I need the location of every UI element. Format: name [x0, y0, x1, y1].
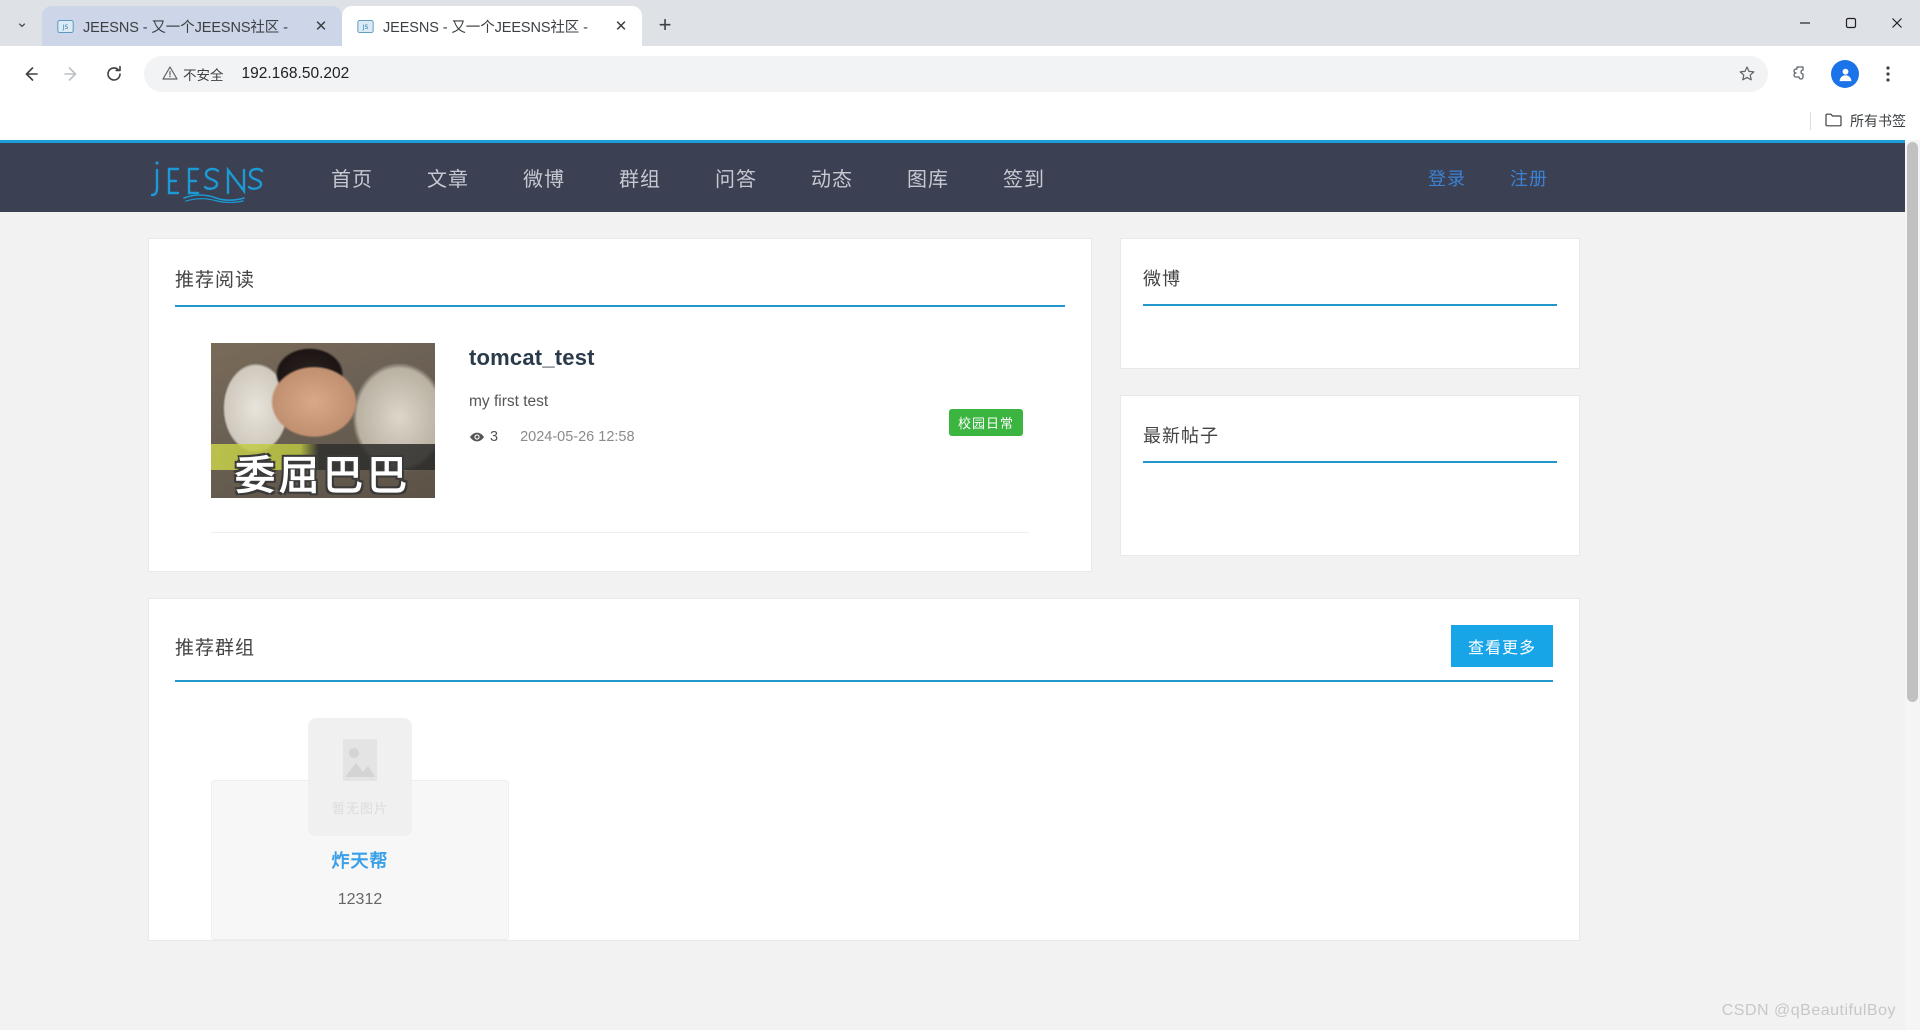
thumbnail-caption: 委屈巴巴: [235, 453, 411, 498]
minimize-button[interactable]: [1782, 0, 1828, 46]
main-column: 推荐阅读 委屈巴巴 tomcat_test my first test 3 20…: [148, 238, 1092, 598]
page-body: 推荐阅读 委屈巴巴 tomcat_test my first test 3 20…: [120, 212, 1800, 941]
recommended-reading-header: 推荐阅读: [175, 265, 1065, 307]
sidebar-panel-title: 微博: [1143, 269, 1181, 289]
sidebar-column: 微博 最新帖子: [1120, 238, 1580, 598]
all-bookmarks-button[interactable]: 所有书签: [1825, 111, 1906, 131]
security-status-label: 不安全: [183, 68, 224, 83]
page-viewport: 首页 文章 微博 群组 问答 动态 图库 签到 登录 注册 推荐阅读 委屈巴巴 …: [0, 140, 1920, 1030]
article-body: tomcat_test my first test 3 2024-05-26 1…: [435, 343, 1065, 498]
recommended-reading-card: 推荐阅读 委屈巴巴 tomcat_test my first test 3 20…: [148, 238, 1092, 572]
svg-text:JS: JS: [361, 24, 368, 31]
sidebar-panel-body: [1143, 463, 1557, 555]
folder-icon: [1825, 112, 1842, 130]
group-grid: 暂无图片 炸天帮 12312: [175, 682, 1553, 940]
site-logo[interactable]: [148, 153, 266, 203]
omnibox-actions: [1732, 59, 1762, 89]
article-date: 2024-05-26 12:58: [520, 429, 635, 445]
section-title: 推荐阅读: [175, 270, 256, 291]
all-bookmarks-label: 所有书签: [1850, 112, 1906, 129]
nav-item-home[interactable]: 首页: [304, 163, 400, 192]
tab-search-button[interactable]: ⌄: [4, 5, 40, 41]
nav-item-qa[interactable]: 问答: [688, 163, 784, 192]
nav-item-gallery[interactable]: 图库: [880, 163, 976, 192]
close-icon[interactable]: ✕: [610, 15, 632, 37]
forward-button[interactable]: [52, 54, 92, 94]
bookmark-star-icon[interactable]: [1732, 59, 1762, 89]
security-status-chip[interactable]: 不安全: [158, 60, 232, 88]
warning-triangle-icon: [162, 65, 178, 84]
section-title: 推荐群组: [175, 637, 256, 659]
browser-tab-1[interactable]: JS JEESNS - 又一个JEESNS社区 - ✕: [42, 6, 342, 46]
tab-strip: ⌄ JS JEESNS - 又一个JEESNS社区 - ✕ JS JEESNS …: [0, 0, 1920, 46]
url-text: 192.168.50.202: [241, 65, 350, 82]
watermark: CSDN @qBeautifulBoy: [1721, 1002, 1896, 1019]
address-bar[interactable]: 不安全 192.168.50.202: [144, 56, 1768, 92]
sidebar-panel-weibo: 微博: [1120, 238, 1580, 369]
tab-title: JEESNS - 又一个JEESNS社区 -: [83, 19, 288, 36]
toolbar-right-actions: [1780, 54, 1910, 94]
nav-item-activity[interactable]: 动态: [784, 163, 880, 192]
site-navigation-bar: 首页 文章 微博 群组 问答 动态 图库 签到 登录 注册: [0, 140, 1920, 212]
article-thumbnail[interactable]: 委屈巴巴: [211, 343, 435, 498]
profile-avatar[interactable]: [1831, 60, 1859, 88]
sidebar-panel-title: 最新帖子: [1143, 426, 1219, 446]
nav-item-groups[interactable]: 群组: [592, 163, 688, 192]
window-controls: [1782, 0, 1920, 46]
jeesns-favicon: JS: [356, 17, 374, 35]
jeesns-logo-icon: [150, 160, 264, 203]
sidebar-panel-header: 最新帖子: [1143, 422, 1557, 463]
nav-inner: 首页 文章 微博 群组 问答 动态 图库 签到 登录 注册: [120, 143, 1800, 212]
svg-text:JS: JS: [61, 24, 68, 31]
close-icon[interactable]: ✕: [310, 15, 332, 37]
new-tab-button[interactable]: +: [648, 8, 682, 42]
jeesns-favicon: JS: [56, 17, 74, 35]
bookmarks-divider: [1810, 111, 1811, 130]
page-scrollbar-track[interactable]: [1905, 140, 1920, 1030]
group-card[interactable]: 暂无图片 炸天帮 12312: [211, 718, 509, 940]
page-scrollbar-thumb[interactable]: [1907, 142, 1918, 702]
tab-title: JEESNS - 又一个JEESNS社区 -: [383, 19, 588, 36]
group-description: 12312: [337, 891, 383, 908]
nav-item-weibo[interactable]: 微博: [496, 163, 592, 192]
eye-icon: [469, 429, 485, 445]
register-link[interactable]: 注册: [1488, 165, 1570, 191]
no-image-label: 暂无图片: [331, 801, 388, 816]
maximize-button[interactable]: [1828, 0, 1874, 46]
recommended-groups-header: 推荐群组 查看更多: [175, 625, 1553, 682]
nav-auth-actions: 登录 注册: [1406, 165, 1800, 191]
close-window-button[interactable]: [1874, 0, 1920, 46]
bookmarks-bar: 所有书签: [0, 102, 1920, 140]
image-placeholder-icon: [337, 737, 383, 792]
sidebar-panel-header: 微博: [1143, 265, 1557, 306]
sidebar-panel-body: [1143, 306, 1557, 368]
view-more-button[interactable]: 查看更多: [1450, 625, 1553, 667]
browser-toolbar: 不安全 192.168.50.202: [0, 46, 1920, 102]
group-name[interactable]: 炸天帮: [228, 847, 492, 873]
login-link[interactable]: 登录: [1406, 165, 1488, 191]
reload-button[interactable]: [94, 54, 134, 94]
article-list-item[interactable]: 委屈巴巴 tomcat_test my first test 3 2024-05…: [175, 307, 1065, 498]
group-avatar-placeholder: 暂无图片: [308, 718, 412, 836]
chrome-menu-icon[interactable]: [1868, 54, 1908, 94]
nav-links: 首页 文章 微博 群组 问答 动态 图库 签到: [304, 163, 1072, 192]
extensions-icon[interactable]: [1780, 54, 1820, 94]
card-bottom-padding: [175, 533, 1065, 571]
recommended-groups-card: 推荐群组 查看更多 暂无图片 炸天帮 12312: [148, 598, 1580, 941]
article-title[interactable]: tomcat_test: [469, 345, 1065, 371]
browser-window: ⌄ JS JEESNS - 又一个JEESNS社区 - ✕ JS JEESNS …: [0, 0, 1920, 1030]
nav-item-checkin[interactable]: 签到: [976, 163, 1072, 192]
back-button[interactable]: [10, 54, 50, 94]
view-count: 3: [490, 429, 499, 445]
status-badge[interactable]: 校园日常: [948, 409, 1023, 436]
browser-tab-2[interactable]: JS JEESNS - 又一个JEESNS社区 - ✕: [342, 6, 642, 46]
sidebar-panel-latest-posts: 最新帖子: [1120, 395, 1580, 556]
plus-icon: +: [658, 12, 672, 37]
nav-item-articles[interactable]: 文章: [400, 163, 496, 192]
